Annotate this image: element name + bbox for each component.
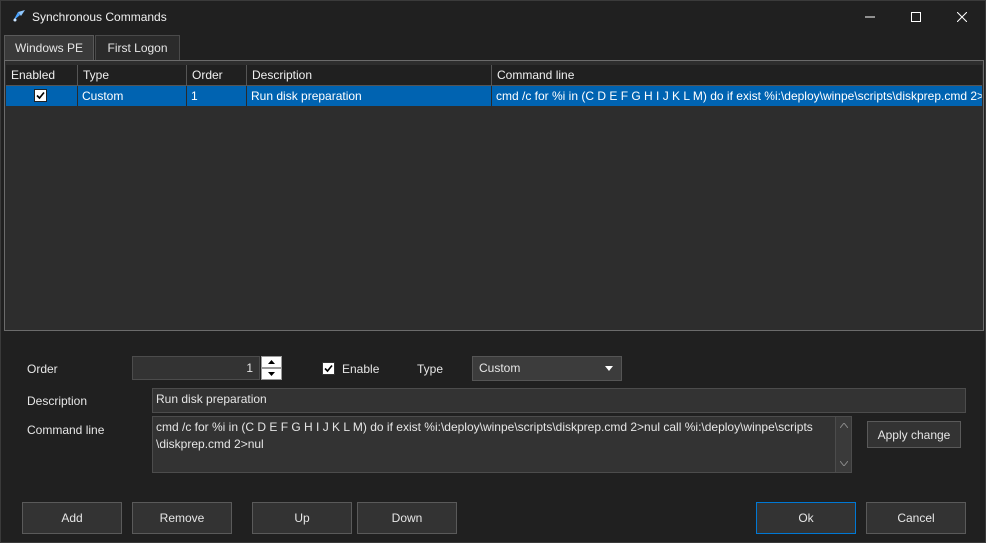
synchronous-commands-window: Synchronous Commands Windows PE First Lo… [0,0,986,543]
tab-first-logon[interactable]: First Logon [95,35,180,60]
column-header-enabled[interactable]: Enabled [6,65,78,86]
ok-button[interactable]: Ok [756,502,856,534]
type-label: Type [417,362,444,376]
command-line-field[interactable]: cmd /c for %i in (C D E F G H I J K L M)… [152,416,852,473]
type-dropdown[interactable]: Custom [472,356,622,381]
maximize-button[interactable] [893,1,939,32]
move-down-button[interactable]: Down [357,502,457,534]
maximize-icon [911,11,921,22]
cell-order: 1 [187,86,247,106]
checkmark-icon [324,364,333,373]
column-header-command-line[interactable]: Command line [492,65,982,86]
move-up-button[interactable]: Up [252,502,352,534]
description-label: Description [27,394,88,408]
column-header-description[interactable]: Description [247,65,492,86]
order-stepper [261,356,282,380]
tab-windows-pe[interactable]: Windows PE [4,35,94,60]
order-stepper-input[interactable]: 1 [132,356,260,380]
window-title: Synchronous Commands [32,10,167,24]
commands-grid[interactable]: Enabled Type Order Description Command l… [4,60,984,331]
cell-type: Custom [78,86,187,106]
column-header-type[interactable]: Type [78,65,187,86]
description-field[interactable]: Run disk preparation [152,388,966,413]
column-header-order[interactable]: Order [187,65,247,86]
enable-checkbox[interactable] [322,362,335,375]
title-bar: Synchronous Commands [1,1,985,32]
close-button[interactable] [939,1,985,32]
cell-description: Run disk preparation [247,86,492,106]
app-icon [13,10,25,22]
cell-command-line: cmd /c for %i in (C D E F G H I J K L M)… [496,89,982,103]
add-button[interactable]: Add [22,502,122,534]
row-enabled-checkbox[interactable] [34,89,47,102]
scroll-down-icon[interactable] [840,461,848,466]
checkmark-icon [36,91,45,100]
command-line-scrollbar[interactable] [835,417,851,472]
minimize-icon [865,16,875,17]
minimize-button[interactable] [847,1,893,32]
cell-enabled[interactable] [6,86,78,106]
arrow-down-icon [268,372,275,376]
order-label: Order [27,362,58,376]
cancel-button[interactable]: Cancel [866,502,966,534]
close-icon [957,11,967,22]
chevron-down-icon [605,366,613,371]
table-row[interactable]: Custom 1 Run disk preparation cmd /c for… [6,86,982,106]
grid-header: Enabled Type Order Description Command l… [6,65,982,86]
command-line-label: Command line [27,423,105,437]
apply-change-button[interactable]: Apply change [867,421,961,448]
order-increment-button[interactable] [261,356,282,368]
type-dropdown-value: Custom [479,361,521,375]
remove-button[interactable]: Remove [132,502,232,534]
enable-label[interactable]: Enable [342,362,379,376]
scroll-up-icon[interactable] [840,423,848,428]
order-decrement-button[interactable] [261,368,282,380]
arrow-up-icon [268,360,275,364]
